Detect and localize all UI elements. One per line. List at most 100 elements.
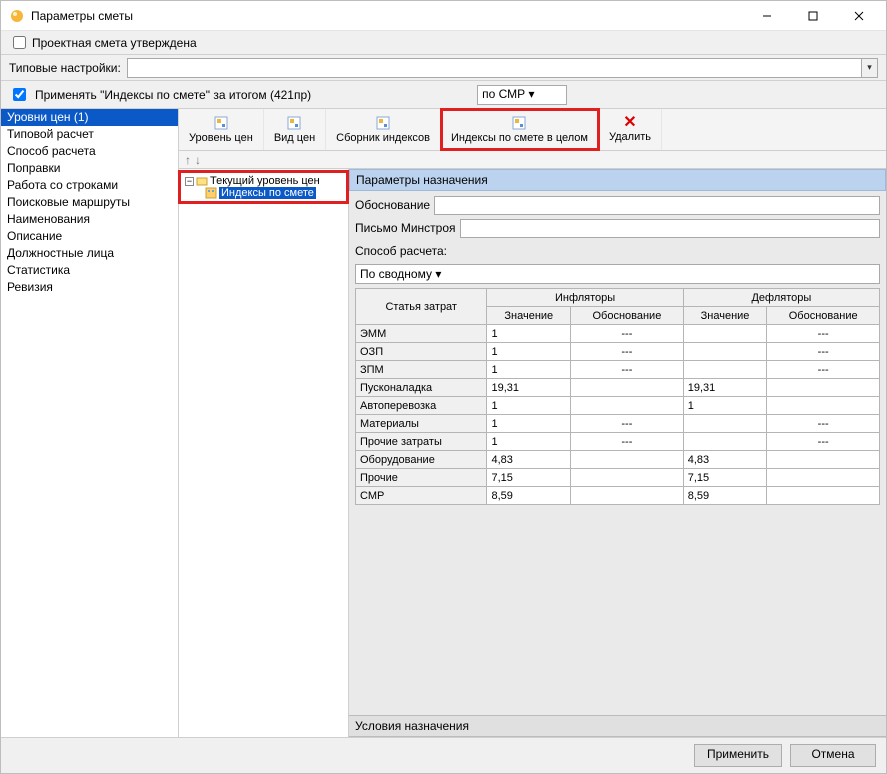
cell-inf-osn[interactable]: --- <box>571 433 684 451</box>
tool-level-price[interactable]: Уровень цен <box>179 109 264 150</box>
cell-inf-val[interactable]: 1 <box>487 415 571 433</box>
sidebar-item-10[interactable]: Ревизия <box>1 279 178 296</box>
apply-indices-checkbox[interactable] <box>13 88 26 101</box>
cell-inf-val[interactable]: 8,59 <box>487 487 571 505</box>
chevron-down-icon: ▾ <box>435 267 441 281</box>
cell-def-osn[interactable] <box>767 469 880 487</box>
tool-index-all[interactable]: Индексы по смете в целом <box>441 109 599 150</box>
maximize-button[interactable] <box>790 1 836 30</box>
sidebar-item-0[interactable]: Уровни цен (1) <box>1 109 178 126</box>
cell-def-osn[interactable]: --- <box>767 343 880 361</box>
apply-button[interactable]: Применить <box>694 744 782 767</box>
apply-indices-label: Применять "Индексы по смете" за итогом (… <box>35 88 311 102</box>
cell-def-val[interactable]: 4,83 <box>683 451 767 469</box>
row-name: Оборудование <box>356 451 487 469</box>
form-pane: Параметры назначения Обоснование Письмо … <box>349 169 886 737</box>
method-combo[interactable]: По сводному ▾ <box>355 264 880 284</box>
cell-inf-val[interactable]: 1 <box>487 397 571 415</box>
index-icon <box>205 187 217 199</box>
reorder-row: ↑ ↓ <box>179 151 886 169</box>
cell-def-osn[interactable]: --- <box>767 433 880 451</box>
table-row: Автоперевозка11 <box>356 397 880 415</box>
cell-def-val[interactable]: 19,31 <box>683 379 767 397</box>
cell-def-osn[interactable] <box>767 451 880 469</box>
osnov-input[interactable] <box>434 196 880 215</box>
window-title: Параметры сметы <box>31 9 744 23</box>
cell-def-val[interactable]: 1 <box>683 397 767 415</box>
approved-checkbox[interactable] <box>13 36 26 49</box>
cell-def-val[interactable] <box>683 343 767 361</box>
tool-view-price[interactable]: Вид цен <box>264 109 326 150</box>
sidebar-item-8[interactable]: Должностные лица <box>1 245 178 262</box>
tool-label: Уровень цен <box>189 132 253 144</box>
cell-def-osn[interactable] <box>767 379 880 397</box>
cell-inf-val[interactable]: 19,31 <box>487 379 571 397</box>
tool-label: Вид цен <box>274 132 315 144</box>
sidebar-item-4[interactable]: Работа со строками <box>1 177 178 194</box>
cell-def-osn[interactable]: --- <box>767 361 880 379</box>
tree-root[interactable]: − Текущий уровень цен <box>183 175 344 187</box>
sidebar-item-1[interactable]: Типовой расчет <box>1 126 178 143</box>
tool-index-coll[interactable]: Сборник индексов <box>326 109 441 150</box>
typical-label: Типовые настройки: <box>9 61 121 75</box>
cell-inf-osn[interactable]: --- <box>571 325 684 343</box>
indices-table: Статья затрат Инфляторы Дефляторы Значен… <box>355 288 880 505</box>
cell-def-osn[interactable] <box>767 397 880 415</box>
cell-def-osn[interactable]: --- <box>767 325 880 343</box>
cell-inf-osn[interactable] <box>571 487 684 505</box>
cell-inf-val[interactable]: 1 <box>487 343 571 361</box>
move-up-icon[interactable]: ↑ <box>185 153 191 167</box>
sidebar-item-5[interactable]: Поисковые маршруты <box>1 194 178 211</box>
cell-inf-osn[interactable] <box>571 469 684 487</box>
cell-def-val[interactable] <box>683 415 767 433</box>
sidebar: Уровни цен (1)Типовой расчетСпособ расче… <box>1 109 179 737</box>
toolbar: Уровень цен Вид цен Сборник индексов Индекс… <box>179 109 886 151</box>
cell-inf-osn[interactable]: --- <box>571 415 684 433</box>
cell-inf-val[interactable]: 1 <box>487 361 571 379</box>
cell-def-val[interactable]: 8,59 <box>683 487 767 505</box>
cell-inf-osn[interactable] <box>571 397 684 415</box>
level-price-icon <box>213 115 229 131</box>
minimize-button[interactable] <box>744 1 790 30</box>
method-label: Способ расчета: <box>355 244 447 258</box>
cell-inf-osn[interactable]: --- <box>571 343 684 361</box>
cell-inf-val[interactable]: 1 <box>487 433 571 451</box>
cell-def-val[interactable]: 7,15 <box>683 469 767 487</box>
cell-def-osn[interactable]: --- <box>767 415 880 433</box>
collapse-icon[interactable]: − <box>185 177 194 186</box>
cell-def-val[interactable] <box>683 433 767 451</box>
sidebar-item-9[interactable]: Статистика <box>1 262 178 279</box>
cancel-button[interactable]: Отмена <box>790 744 876 767</box>
sidebar-item-2[interactable]: Способ расчета <box>1 143 178 160</box>
chevron-down-icon: ▾ <box>861 59 877 77</box>
cell-inf-osn[interactable] <box>571 379 684 397</box>
cell-inf-osn[interactable]: --- <box>571 361 684 379</box>
sidebar-item-6[interactable]: Наименования <box>1 211 178 228</box>
level-icon <box>196 175 208 187</box>
cell-inf-val[interactable]: 7,15 <box>487 469 571 487</box>
tool-delete[interactable]: ✕Удалить <box>599 109 662 150</box>
conditions-header: Условия назначения <box>349 715 886 737</box>
col-cost-item: Статья затрат <box>356 289 487 325</box>
cell-def-val[interactable] <box>683 361 767 379</box>
sidebar-item-7[interactable]: Описание <box>1 228 178 245</box>
smr-combo[interactable]: по СМР ▾ <box>477 85 567 105</box>
table-row: Материалы1------ <box>356 415 880 433</box>
cell-def-osn[interactable] <box>767 487 880 505</box>
pismo-input[interactable] <box>460 219 880 238</box>
typical-combo[interactable]: ▾ <box>127 58 878 78</box>
tree-child[interactable]: Индексы по смете <box>183 187 344 199</box>
cell-inf-val[interactable]: 4,83 <box>487 451 571 469</box>
cell-inf-osn[interactable] <box>571 451 684 469</box>
close-button[interactable] <box>836 1 882 30</box>
cell-def-val[interactable] <box>683 325 767 343</box>
titlebar: Параметры сметы <box>1 1 886 31</box>
move-down-icon[interactable]: ↓ <box>195 153 201 167</box>
sidebar-item-3[interactable]: Поправки <box>1 160 178 177</box>
row-name: СМР <box>356 487 487 505</box>
cell-inf-val[interactable]: 1 <box>487 325 571 343</box>
tool-label: Сборник индексов <box>336 132 430 144</box>
index-coll-icon <box>375 115 391 131</box>
index-all-icon <box>511 115 527 131</box>
row-name: ОЗП <box>356 343 487 361</box>
